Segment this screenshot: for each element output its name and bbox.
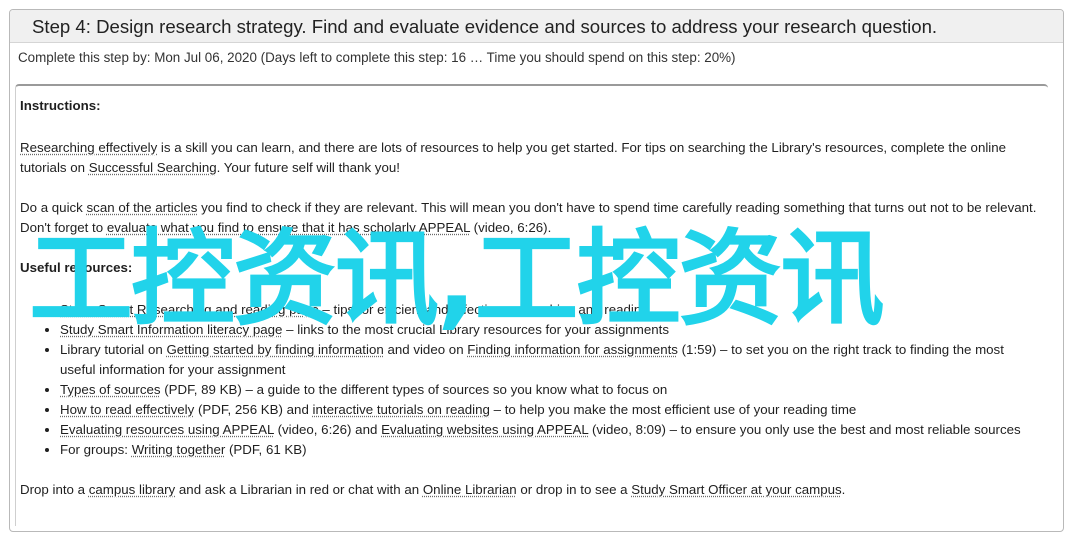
list-item-text: For groups: [60,442,132,457]
instructions-paragraph-2: Do a quick scan of the articles you find… [20,198,1048,238]
list-item-text: – links to the most crucial Library reso… [282,322,669,337]
list-item: Evaluating resources using APPEAL (video… [60,420,1048,440]
online-librarian-link[interactable]: Online Librarian [423,482,517,497]
evaluate-appeal-link[interactable]: evaluate what you find to ensure that it… [107,220,470,235]
study-smart-researching-link[interactable]: Study Smart Researching and reading page [60,302,319,317]
step-panel: Step 4: Design research strategy. Find a… [9,9,1064,532]
list-item-text: (PDF, 61 KB) [225,442,307,457]
paragraph-text: . Your future self will thank you! [216,160,400,175]
evaluating-resources-link[interactable]: Evaluating resources using APPEAL [60,422,274,437]
evaluating-websites-link[interactable]: Evaluating websites using APPEAL [381,422,588,437]
paragraph-text: . [841,482,846,497]
resources-list: Study Smart Researching and reading page… [20,300,1048,460]
list-item: For groups: Writing together (PDF, 61 KB… [60,440,1048,460]
paragraph-text: and ask a Librarian in red or chat with … [175,482,423,497]
step-deadline-info: Complete this step by: Mon Jul 06, 2020 … [18,50,736,65]
campus-library-link[interactable]: campus library [89,482,175,497]
interactive-tutorials-link[interactable]: interactive tutorials on reading [313,402,490,417]
instructions-heading: Instructions: [20,98,101,113]
successful-searching-link[interactable]: Successful Searching [89,160,217,175]
study-smart-officer-link[interactable]: Study Smart Officer at your campus [631,482,841,497]
researching-effectively-link[interactable]: Researching effectively [20,140,157,155]
paragraph-text: Drop into a [20,482,89,497]
step-title: Step 4: Design research strategy. Find a… [10,10,1063,43]
list-item-text: (video, 6:26) and [273,422,382,437]
list-item-text: – to help you make the most efficient us… [489,402,857,417]
list-item-text: Library tutorial on [60,342,167,357]
finding-information-link[interactable]: Finding information for assignments [467,342,678,357]
paragraph-text: (video, 6:26). [469,220,552,235]
list-item: Study Smart Researching and reading page… [60,300,1048,320]
list-item-text: and video on [383,342,468,357]
paragraph-text: or drop in to see a [516,482,632,497]
instructions-section: Instructions: Researching effectively is… [15,84,1048,526]
how-to-read-link[interactable]: How to read effectively [60,402,194,417]
librarian-contact-paragraph: Drop into a campus library and ask a Lib… [20,480,1048,500]
list-item-text: (video, 8:09) – to ensure you only use t… [588,422,1021,437]
list-item-text: (PDF, 256 KB) and [194,402,313,417]
paragraph-text: Do a quick [20,200,87,215]
study-smart-information-literacy-link[interactable]: Study Smart Information literacy page [60,322,282,337]
list-item: Study Smart Information literacy page – … [60,320,1048,340]
list-item-text: (PDF, 89 KB) – a guide to the different … [160,382,668,397]
list-item: Types of sources (PDF, 89 KB) – a guide … [60,380,1048,400]
writing-together-link[interactable]: Writing together [132,442,226,457]
scan-articles-link[interactable]: scan of the articles [87,200,198,215]
list-item: How to read effectively (PDF, 256 KB) an… [60,400,1048,420]
instructions-paragraph-1: Researching effectively is a skill you c… [20,138,1048,178]
list-item: Library tutorial on Getting started by f… [60,340,1048,380]
types-of-sources-link[interactable]: Types of sources [60,382,161,397]
getting-started-link[interactable]: Getting started by finding information [166,342,383,357]
list-item-text: – tips for efficient and effective resea… [318,302,649,317]
useful-resources-heading: Useful resources: [20,260,133,275]
